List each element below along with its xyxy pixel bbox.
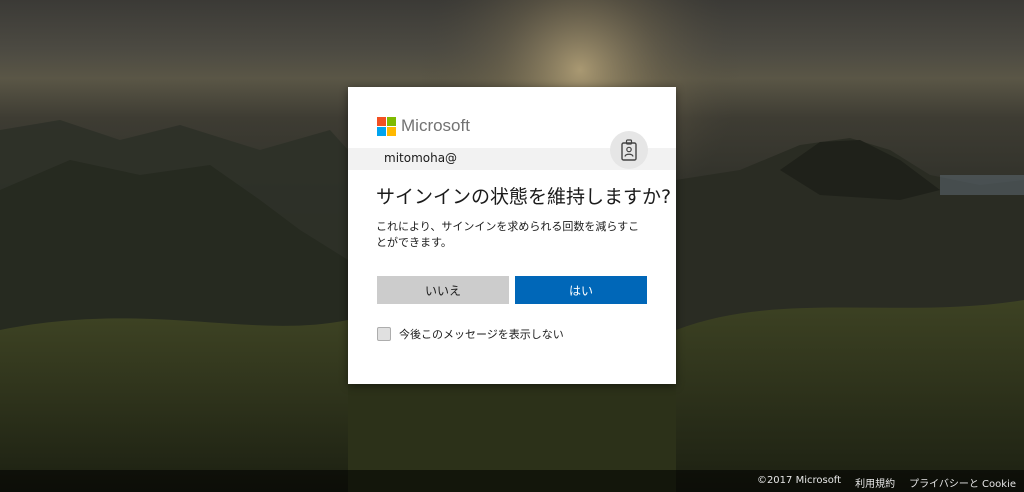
- dont-show-again-checkbox[interactable]: [377, 327, 391, 341]
- id-badge-icon: [610, 131, 648, 169]
- logo-square-blue: [377, 126, 386, 136]
- dont-show-again-option[interactable]: 今後このメッセージを表示しない: [377, 326, 564, 342]
- dont-show-again-label: 今後このメッセージを表示しない: [399, 328, 564, 341]
- keep-signed-in-dialog: Microsoft mitomoha@ サインインの状態を維持しますか? これに…: [348, 87, 676, 384]
- dialog-title: サインインの状態を維持しますか?: [376, 186, 672, 208]
- logo-square-red: [377, 116, 386, 126]
- privacy-link[interactable]: プライバシーと Cookie: [909, 475, 1016, 490]
- terms-link[interactable]: 利用規約: [855, 475, 895, 490]
- microsoft-logo: Microsoft: [377, 116, 470, 136]
- logo-square-yellow: [387, 126, 396, 136]
- account-name: mitomoha@: [384, 151, 458, 165]
- logo-square-green: [387, 116, 396, 126]
- copyright-text: ©2017 Microsoft: [756, 475, 842, 486]
- dialog-description: これにより、サインインを求められる回数を減らすことができます。: [376, 220, 640, 249]
- logo-wordmark: Microsoft: [401, 116, 470, 135]
- yes-button[interactable]: はい: [515, 276, 647, 304]
- footer-bar: ©2017 Microsoft 利用規約 プライバシーと Cookie: [0, 470, 1024, 492]
- no-button[interactable]: いいえ: [377, 276, 509, 304]
- id-badge-glyph: [621, 139, 637, 161]
- microsoft-logo-icon: [377, 116, 396, 136]
